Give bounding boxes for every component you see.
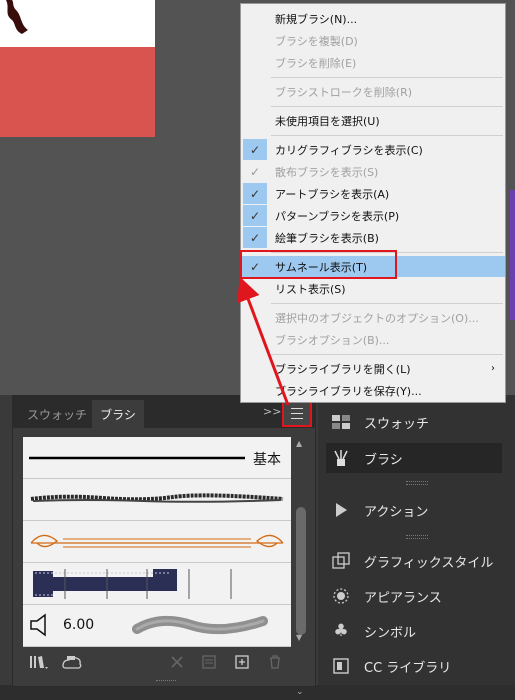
dock-group-grip[interactable]: [406, 535, 428, 539]
brush-list-scrollbar[interactable]: ▲ ▼: [295, 437, 307, 647]
menu-item-label: 新規ブラシ(N)...: [275, 12, 358, 26]
artwork-hair-shape: [6, 0, 28, 34]
menu-item-label: カリグラフィブラシを表示(C): [275, 143, 423, 157]
dock-item-cc-libraries[interactable]: CC ライブラリ: [326, 651, 502, 681]
menu-item-label: ブラシを削除(E): [275, 56, 357, 70]
menu-item-select-unused[interactable]: 未使用項目を選択(U): [241, 110, 505, 131]
menu-item-show-scatter[interactable]: ✓ 散布ブラシを表示(S): [241, 161, 505, 182]
brush-list[interactable]: 基本 6.00: [23, 437, 291, 647]
menu-item-label: ブラシライブラリを保存(Y)...: [275, 384, 422, 398]
dock-item-label: スウォッチ: [364, 416, 430, 432]
bristle-size-label: 6.00: [63, 617, 95, 633]
chevron-right-icon: ›: [491, 363, 495, 374]
menu-item-list-view[interactable]: リスト表示(S): [241, 278, 505, 299]
dock-item-label: アピアランス: [364, 590, 442, 606]
cc-library-icon: [330, 655, 352, 677]
bottom-bar: [0, 685, 515, 700]
remove-brush-stroke-icon[interactable]: [169, 654, 185, 674]
menu-item-open-brush-library[interactable]: ブラシライブラリを開く(L) ›: [241, 358, 505, 379]
graphic-style-icon: [330, 550, 352, 572]
club-icon: ♣: [333, 621, 349, 641]
menu-item-label: 散布ブラシを表示(S): [275, 165, 379, 179]
menu-item-show-bristle[interactable]: ✓ 絵筆ブラシを表示(B): [241, 227, 505, 248]
checkmark-icon: ✓: [243, 205, 267, 226]
dock-item-brushes[interactable]: ブラシ: [326, 443, 502, 473]
artwork-red-shape: [0, 47, 155, 137]
menu-separator: [271, 77, 503, 78]
annotation-highlight-box: [240, 250, 397, 279]
brush-row-art-arrow[interactable]: [23, 521, 291, 563]
dock-group-grip[interactable]: [406, 481, 428, 485]
dock-item-label: アクション: [364, 504, 429, 520]
dock-item-label: ブラシ: [364, 452, 403, 468]
bristle-brush-icon: [30, 613, 46, 637]
dock-item-actions[interactable]: アクション: [326, 495, 502, 525]
scrollbar-thumb[interactable]: [296, 507, 306, 635]
dock-item-label: グラフィックスタイル: [364, 555, 494, 571]
brush-row-charcoal[interactable]: [23, 479, 291, 521]
dock-item-label: CC ライブラリ: [364, 660, 452, 676]
menu-item-show-calligraphic[interactable]: ✓ カリグラフィブラシを表示(C): [241, 139, 505, 160]
menu-separator: [271, 354, 503, 355]
menu-item-label: 未使用項目を選択(U): [275, 114, 380, 128]
menu-item-label: リスト表示(S): [275, 282, 346, 296]
brush-row-pattern[interactable]: [23, 563, 291, 605]
checkmark-icon: ✓: [243, 227, 267, 248]
menu-separator: [271, 303, 503, 304]
panel-bottom-toolbar: [13, 652, 315, 676]
checkmark-icon: ✓: [249, 164, 261, 179]
menu-item-label: 選択中のオブジェクトのオプション(O)...: [275, 311, 479, 325]
dock-item-swatches[interactable]: スウォッチ: [326, 407, 502, 437]
dock-item-label: シンボル: [364, 625, 417, 641]
menu-item-label: ブラシライブラリを開く(L): [275, 362, 411, 376]
menu-item-label: パターンブラシを表示(P): [275, 209, 400, 223]
brush-libraries-menu-icon[interactable]: [29, 654, 49, 674]
brush-panel-menu: 新規ブラシ(N)... ブラシを複製(D) ブラシを削除(E) ブラシストローク…: [240, 3, 506, 403]
dock-item-graphic-styles[interactable]: グラフィックスタイル: [326, 546, 502, 576]
scroll-up-icon[interactable]: ▲: [296, 439, 302, 448]
appearance-icon: [330, 585, 352, 607]
tab-swatches[interactable]: スウォッチ: [19, 400, 95, 428]
panel-resize-grip[interactable]: [156, 680, 176, 683]
delete-brush-icon[interactable]: [267, 654, 283, 674]
menu-item-brush-options[interactable]: ブラシオプション(B)...: [241, 329, 505, 350]
new-brush-icon[interactable]: [234, 654, 250, 674]
chevron-down-icon[interactable]: ⌄: [296, 687, 304, 697]
menu-item-label: アートブラシを表示(A): [275, 187, 390, 201]
menu-item-label: 絵筆ブラシを表示(B): [275, 231, 379, 245]
menu-item-save-brush-library[interactable]: ブラシライブラリを保存(Y)...: [241, 380, 505, 401]
menu-item-options-selected-object[interactable]: 選択中のオブジェクトのオプション(O)...: [241, 307, 505, 328]
cc-libraries-icon[interactable]: [61, 654, 83, 674]
menu-separator: [271, 135, 503, 136]
menu-item-delete-brush[interactable]: ブラシを削除(E): [241, 52, 505, 73]
right-dock: スウォッチ ブラシ アクション グラフィックスタイル アピアランス ♣ シンボル…: [0, 395, 515, 700]
menu-item-new-brush[interactable]: 新規ブラシ(N)...: [241, 8, 505, 29]
menu-separator: [271, 106, 503, 107]
brush-name-label: 基本: [253, 452, 281, 468]
brush-options-icon[interactable]: [201, 654, 217, 674]
checkmark-icon: ✓: [243, 139, 267, 160]
menu-item-label: ブラシオプション(B)...: [275, 333, 390, 347]
panel-menu-button[interactable]: [282, 400, 312, 427]
brush-row-bristle[interactable]: 6.00: [23, 605, 291, 647]
menu-item-label: ブラシを複製(D): [275, 34, 358, 48]
collapse-panel-icon[interactable]: >>: [263, 405, 281, 418]
menu-item-duplicate-brush[interactable]: ブラシを複製(D): [241, 30, 505, 51]
checkmark-icon: ✓: [243, 183, 267, 204]
brush-row-basic[interactable]: 基本: [23, 437, 291, 479]
tab-brushes[interactable]: ブラシ: [92, 400, 144, 428]
menu-item-show-pattern[interactable]: ✓ パターンブラシを表示(P): [241, 205, 505, 226]
brush-icon: [330, 447, 352, 469]
dock-item-symbols[interactable]: ♣ シンボル: [326, 616, 502, 646]
play-icon: [330, 499, 352, 521]
scroll-down-icon[interactable]: ▼: [296, 633, 302, 642]
menu-item-show-art[interactable]: ✓ アートブラシを表示(A): [241, 183, 505, 204]
swatches-icon: [330, 411, 352, 433]
dock-item-appearance[interactable]: アピアランス: [326, 581, 502, 611]
menu-item-remove-brush-stroke[interactable]: ブラシストロークを削除(R): [241, 81, 505, 102]
hamburger-icon: [291, 408, 303, 419]
brushes-panel: スウォッチ ブラシ >> 基本 6.00 ▲ ▼: [12, 395, 316, 687]
artwork-purple-edge: [510, 190, 515, 320]
menu-item-label: ブラシストロークを削除(R): [275, 85, 413, 99]
